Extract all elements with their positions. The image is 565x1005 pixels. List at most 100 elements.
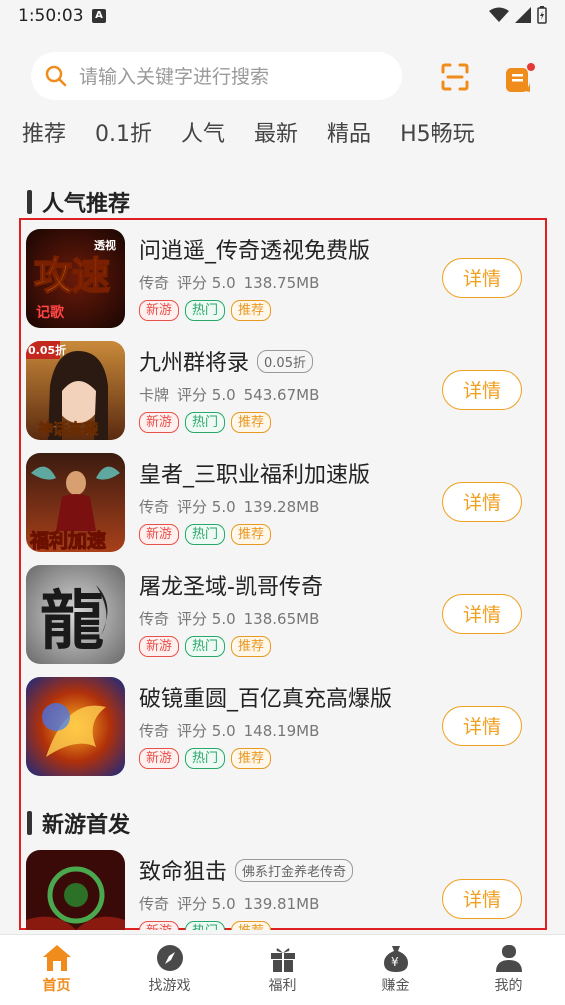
tag-recommend: 推荐 (231, 300, 272, 321)
nav-label: 首页 (42, 978, 71, 994)
scan-icon[interactable] (440, 62, 470, 92)
game-item[interactable]: 破镜重圆_百亿真充高爆版 传奇 评分 5.0 148.19MB 新游 热门 推荐 详… (26, 677, 546, 777)
tag-recommend: 推荐 (231, 921, 272, 930)
signal-icon (515, 7, 531, 23)
section-label: 新游首发 (42, 813, 131, 838)
section-bar (27, 811, 32, 835)
tag-hot: 热门 (185, 300, 226, 321)
game-name: 问逍遥_传奇透视免费版 (139, 239, 371, 264)
search-icon (45, 65, 67, 87)
game-meta: 传奇 评分 5.0 138.75MB (139, 274, 320, 292)
game-icon: 攻速 透视 记歌 (26, 229, 125, 328)
nav-home[interactable]: 首页 (0, 935, 113, 1005)
category-tabs: 推荐 0.1折 人气 最新 精品 H5畅玩 (22, 116, 504, 148)
game-icon (26, 850, 125, 930)
game-name: 皇者_三职业福利加速版 (139, 463, 371, 488)
game-tags: 新游 热门 推荐 (139, 921, 272, 930)
game-icon-text: 透视 (94, 238, 116, 252)
section-label: 人气推荐 (42, 192, 131, 217)
game-icon-text: 0.05折 (28, 343, 66, 357)
game-tags: 新游 热门 推荐 (139, 412, 272, 433)
game-name: 九州群将录 0.05折 (139, 345, 313, 377)
game-meta: 卡牌 评分 5.0 543.67MB (139, 386, 320, 404)
nav-label: 赚金 (381, 978, 410, 994)
tab-h5[interactable]: H5畅玩 (400, 116, 475, 148)
detail-button[interactable]: 详情 (442, 258, 522, 298)
tab-featured[interactable]: 精品 (327, 116, 371, 148)
game-icon-text: 神话来袭 (38, 420, 99, 438)
game-tags: 新游 热门 推荐 (139, 300, 272, 321)
game-name: 屠龙圣域-凯哥传奇 (139, 575, 323, 600)
detail-button[interactable]: 详情 (442, 370, 522, 410)
section-title-popular: 人气推荐 (27, 186, 130, 218)
search-box[interactable] (31, 52, 402, 100)
game-meta: 传奇 评分 5.0 139.28MB (139, 498, 320, 516)
tag-hot: 热门 (185, 921, 226, 930)
game-icon (26, 677, 125, 776)
status-icons (489, 6, 547, 24)
tag-recommend: 推荐 (231, 524, 272, 545)
nav-earn[interactable]: ¥ 赚金 (339, 935, 452, 1005)
game-item[interactable]: 攻速 透视 记歌 问逍遥_传奇透视免费版 传奇 评分 5.0 138.75MB 新游… (26, 229, 546, 329)
tag-new: 新游 (139, 524, 180, 545)
tag-new: 新游 (139, 921, 180, 930)
game-icon: 龍 (26, 565, 125, 664)
section-title-new: 新游首发 (27, 807, 130, 839)
tag-new: 新游 (139, 748, 180, 769)
status-bar: 1:50:03 A (0, 0, 565, 34)
wifi-icon (489, 7, 509, 22)
detail-button[interactable]: 详情 (442, 594, 522, 634)
game-meta: 传奇 评分 5.0 139.81MB (139, 895, 320, 913)
svg-text:¥: ¥ (391, 955, 399, 969)
game-meta: 传奇 评分 5.0 148.19MB (139, 722, 320, 740)
nav-mine[interactable]: 我的 (452, 935, 565, 1005)
bottom-nav: 首页 找游戏 福利 ¥ 赚金 我的 (0, 934, 565, 1005)
game-tags: 新游 热门 推荐 (139, 636, 272, 657)
game-item[interactable]: 致命狙击佛系打金养老传奇 传奇评分 5.0139.81MB 新游 热门 推荐 详… (26, 850, 546, 930)
tag-hot: 热门 (185, 524, 226, 545)
nav-label: 福利 (268, 978, 297, 994)
tag-recommend: 推荐 (231, 412, 272, 433)
game-icon-text: 福利加速 (29, 529, 106, 552)
tag-recommend: 推荐 (231, 748, 272, 769)
game-icon-text: 记歌 (36, 304, 65, 321)
tag-new: 新游 (139, 412, 180, 433)
tag-new: 新游 (139, 300, 180, 321)
game-icon: 福利加速 (26, 453, 125, 552)
compass-icon (156, 945, 183, 971)
tab-recommend[interactable]: 推荐 (22, 116, 66, 148)
nav-find-games[interactable]: 找游戏 (113, 935, 226, 1005)
tab-popular[interactable]: 人气 (181, 116, 225, 148)
game-name-tag: 0.05折 (257, 349, 313, 373)
detail-button[interactable]: 详情 (442, 482, 522, 522)
money-bag-icon: ¥ (383, 946, 408, 972)
gift-icon (270, 948, 295, 972)
nav-label: 找游戏 (148, 978, 191, 994)
tag-recommend: 推荐 (231, 636, 272, 657)
game-icon-text: 攻速 (34, 253, 110, 298)
nav-label: 我的 (494, 978, 523, 994)
game-icon-text: 龍 (40, 584, 104, 659)
tab-discount[interactable]: 0.1折 (95, 116, 152, 148)
game-name: 破镜重圆_百亿真充高爆版 (139, 687, 393, 712)
game-name-tag: 佛系打金养老传奇 (235, 858, 354, 882)
game-tags: 新游 热门 推荐 (139, 748, 272, 769)
home-icon (42, 945, 71, 971)
notification-icon: A (92, 9, 106, 23)
game-item[interactable]: 福利加速 皇者_三职业福利加速版 传奇 评分 5.0 139.28MB 新游 热门 … (26, 453, 546, 553)
tag-hot: 热门 (185, 636, 226, 657)
battery-icon (537, 6, 547, 24)
nav-welfare[interactable]: 福利 (226, 935, 339, 1005)
user-icon (495, 945, 522, 972)
search-input[interactable] (77, 62, 391, 92)
message-icon[interactable] (503, 62, 537, 94)
tab-latest[interactable]: 最新 (254, 116, 298, 148)
game-icon: 0.05折 神话来袭 (26, 341, 125, 440)
detail-button[interactable]: 详情 (442, 706, 522, 746)
tag-new: 新游 (139, 636, 180, 657)
detail-button[interactable]: 详情 (442, 879, 522, 919)
game-item[interactable]: 0.05折 神话来袭 九州群将录 0.05折 卡牌 评分 5.0 543.67MB 新… (26, 341, 546, 441)
game-item[interactable]: 龍 屠龙圣域-凯哥传奇 传奇 评分 5.0 138.65MB 新游 热门 推荐 详情 (26, 565, 546, 665)
status-time: 1:50:03 (18, 6, 84, 26)
section-bar (27, 190, 32, 214)
